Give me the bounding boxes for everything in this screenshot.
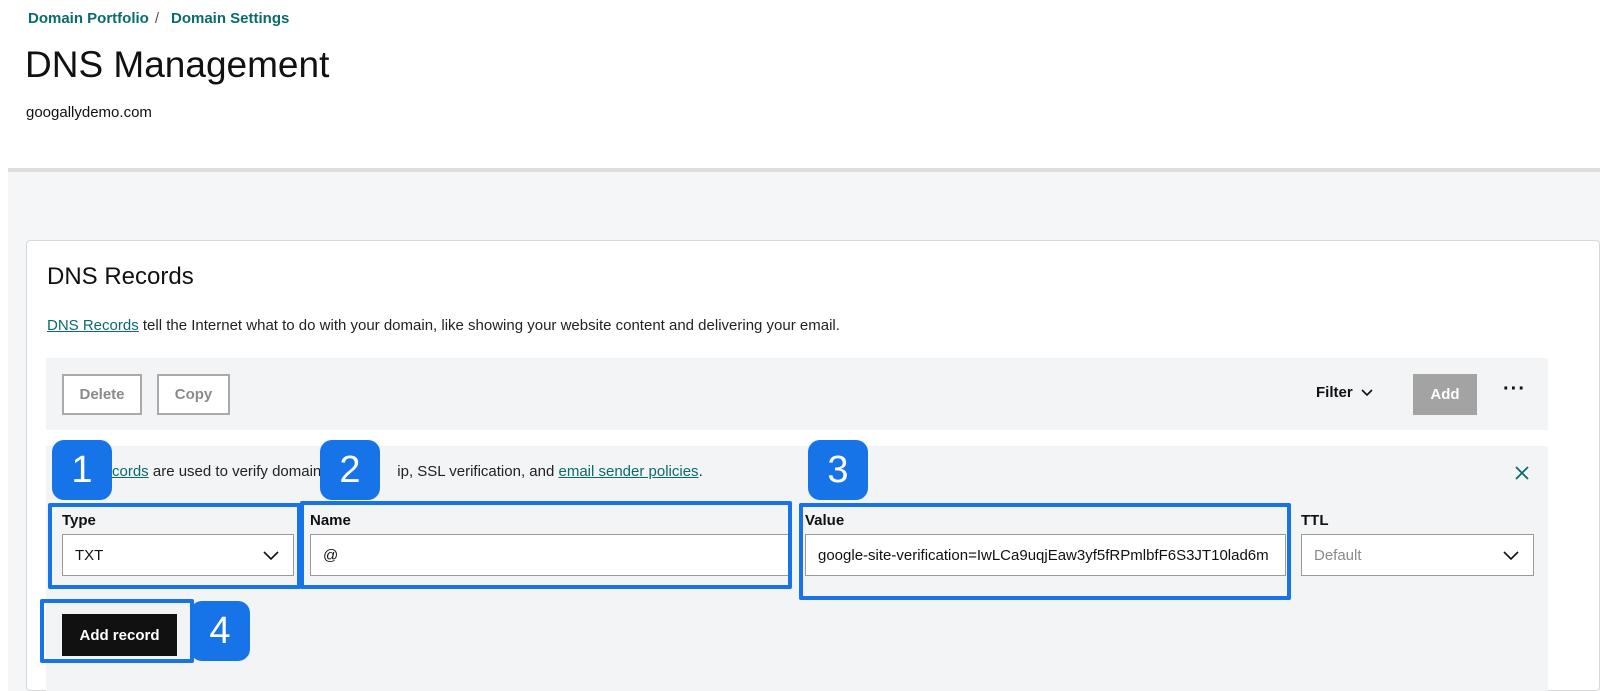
notice-text-3: .: [698, 463, 703, 480]
verification-notice: cords are used to verify domain ip, SSL v…: [66, 463, 703, 480]
page-header: Domain Portfolio / Domain Settings DNS M…: [0, 0, 1600, 172]
add-record-highlight-box: [40, 599, 194, 663]
records-link[interactable]: cords: [112, 463, 149, 480]
more-options-icon[interactable]: ···: [1503, 378, 1526, 401]
dns-records-link[interactable]: DNS Records: [47, 317, 139, 334]
records-toolbar: Delete Copy Filter Add ···: [46, 358, 1548, 430]
chevron-down-icon: [1503, 551, 1519, 561]
breadcrumb: Domain Portfolio / Domain Settings: [28, 10, 289, 27]
notice-text-1: are used to verify domain: [148, 463, 322, 480]
delete-button[interactable]: Delete: [62, 374, 142, 415]
close-icon[interactable]: [1514, 465, 1530, 481]
type-highlight-box: [48, 503, 301, 589]
callout-badge-4: 4: [190, 601, 250, 661]
ttl-label: TTL: [1301, 512, 1329, 529]
copy-button[interactable]: Copy: [157, 374, 230, 415]
breadcrumb-domain-settings[interactable]: Domain Settings: [171, 10, 289, 27]
breadcrumb-separator: /: [154, 10, 159, 27]
callout-badge-2: 2: [320, 440, 380, 500]
name-highlight-box: [300, 501, 792, 589]
email-sender-policies-link[interactable]: email sender policies: [558, 463, 698, 480]
callout-badge-1: 1: [52, 440, 112, 500]
card-title: DNS Records: [47, 263, 194, 290]
breadcrumb-domain-portfolio[interactable]: Domain Portfolio: [28, 10, 149, 27]
chevron-down-icon: [1361, 388, 1373, 396]
filter-dropdown[interactable]: Filter: [1316, 384, 1373, 401]
callout-badge-3: 3: [808, 440, 868, 500]
value-highlight-box: [799, 503, 1291, 600]
card-description: DNS Records tell the Internet what to do…: [47, 317, 840, 334]
notice-text-2: ip, SSL verification, and: [397, 463, 559, 480]
filter-label: Filter: [1316, 384, 1353, 401]
card-description-text: tell the Internet what to do with your d…: [138, 317, 840, 334]
add-button[interactable]: Add: [1413, 374, 1477, 415]
ttl-value: Default: [1314, 546, 1362, 564]
domain-name: googallydemo.com: [26, 104, 152, 121]
ttl-select[interactable]: Default: [1301, 534, 1534, 576]
page-title: DNS Management: [25, 44, 330, 85]
